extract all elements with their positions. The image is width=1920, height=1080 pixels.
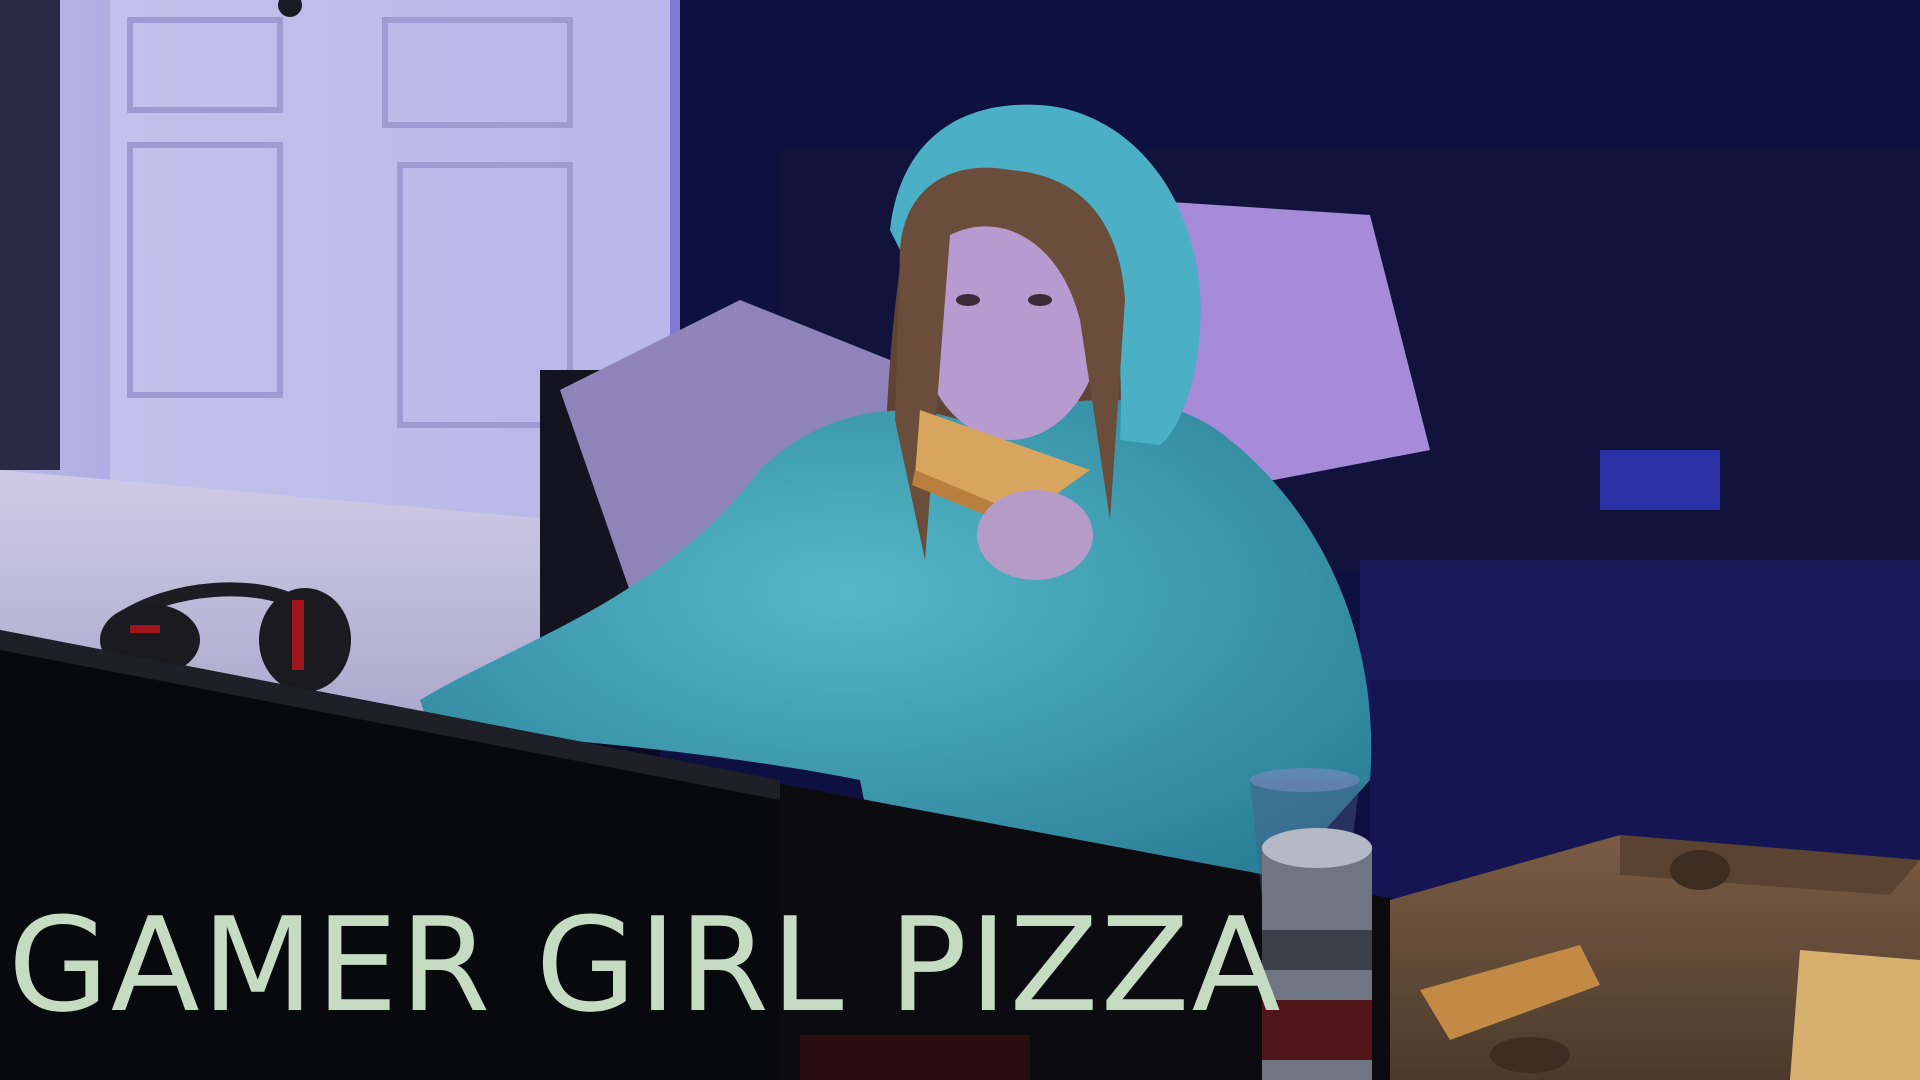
photo-scene: GAMER GIRL PIZZA: [0, 0, 1920, 1080]
overlay-caption: GAMER GIRL PIZZA: [8, 889, 1283, 1041]
keyboard: [800, 1035, 1030, 1080]
left-eye: [956, 294, 980, 306]
right-eye: [1028, 294, 1052, 306]
hand: [977, 490, 1093, 580]
